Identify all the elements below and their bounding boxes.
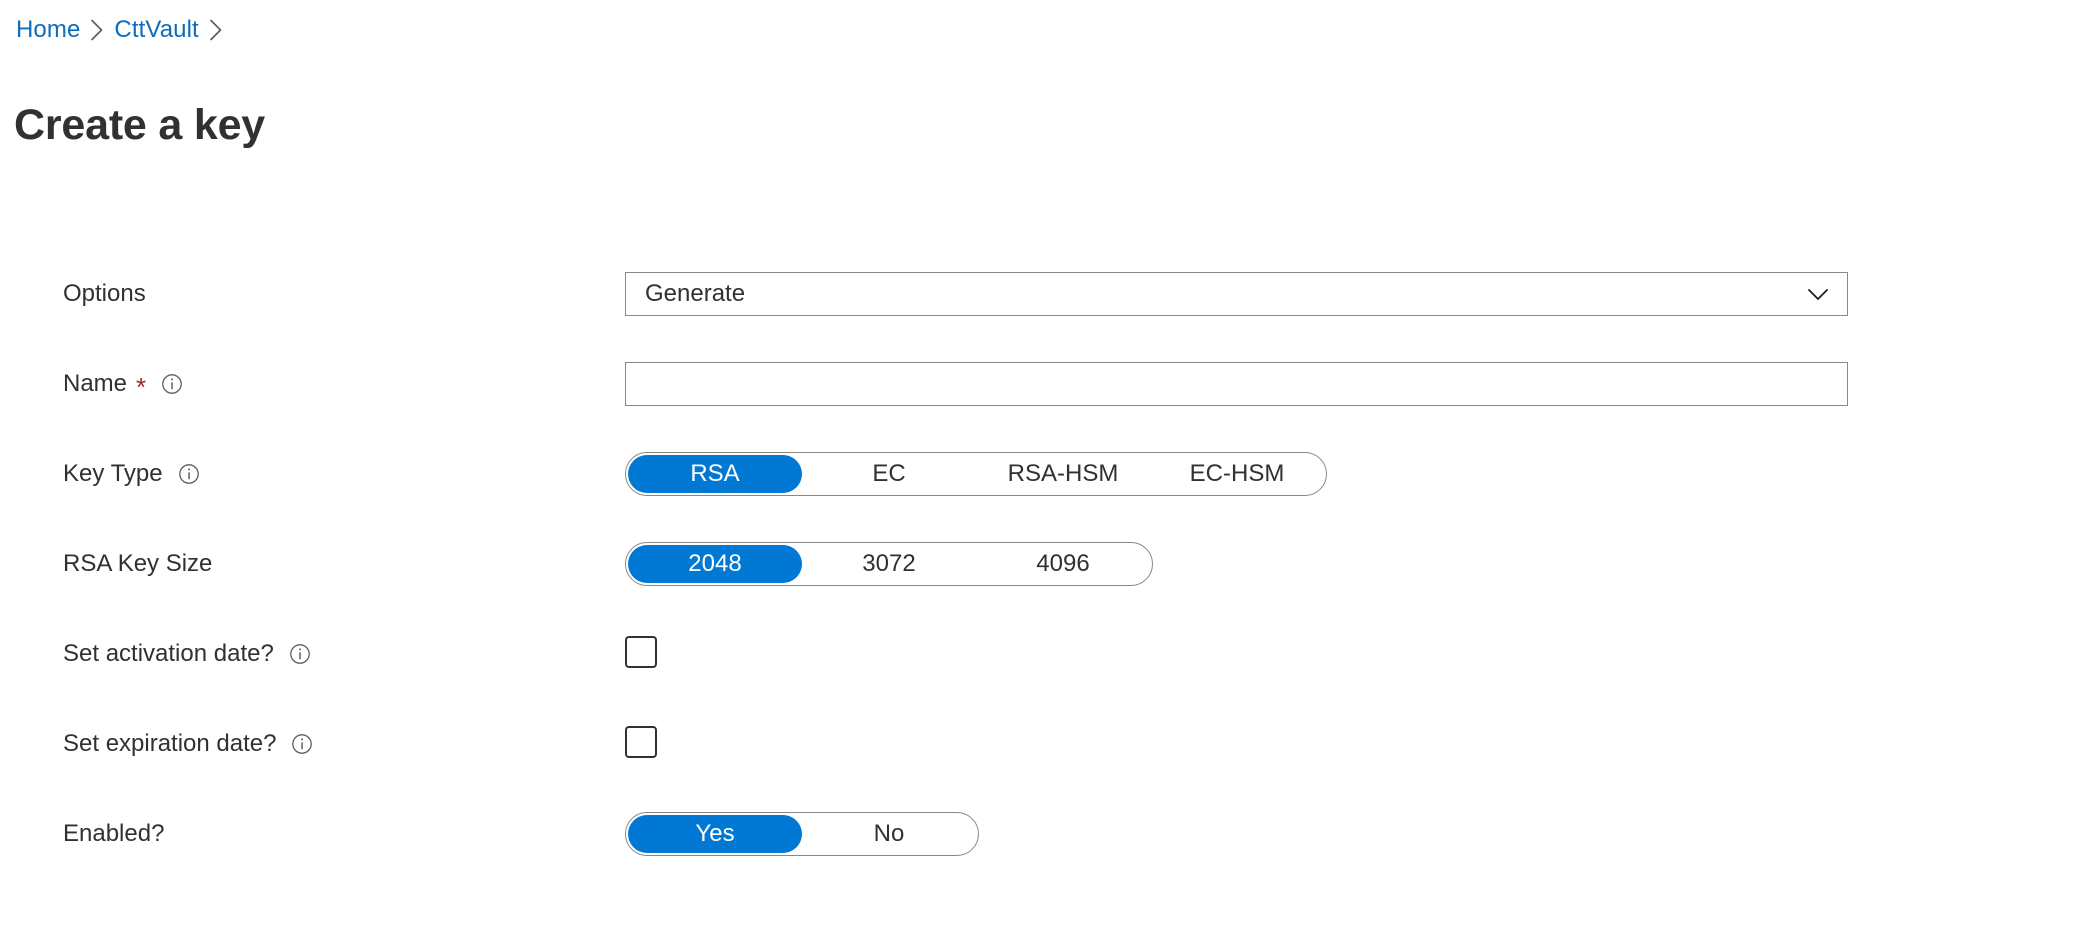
enabled-choice-group: Yes No xyxy=(625,812,979,856)
label-set-expiration-date: Set expiration date? xyxy=(63,722,314,766)
info-icon[interactable] xyxy=(177,462,201,486)
options-dropdown[interactable]: Generate xyxy=(625,272,1848,316)
options-dropdown-value: Generate xyxy=(645,280,746,307)
label-rsa-key-size-text: RSA Key Size xyxy=(63,550,213,577)
label-rsa-key-size: RSA Key Size xyxy=(63,542,212,586)
rsa-key-size-option-2048[interactable]: 2048 xyxy=(628,545,802,583)
page-title: Create a key xyxy=(14,100,266,149)
chevron-down-icon xyxy=(1801,277,1835,311)
key-type-option-rsa-hsm[interactable]: RSA-HSM xyxy=(976,455,1150,493)
key-type-choice-group: RSA EC RSA-HSM EC-HSM xyxy=(625,452,1327,496)
control-key-type: RSA EC RSA-HSM EC-HSM xyxy=(625,452,1327,496)
label-key-type-text: Key Type xyxy=(63,460,163,487)
key-type-option-ec-hsm[interactable]: EC-HSM xyxy=(1150,455,1324,493)
form-row-set-expiration-date: Set expiration date? xyxy=(0,722,2089,812)
label-set-activation-date-text: Set activation date? xyxy=(63,640,274,667)
control-set-expiration-date xyxy=(625,722,657,758)
key-type-option-ec[interactable]: EC xyxy=(802,455,976,493)
label-options: Options xyxy=(63,272,146,316)
form-row-key-type: Key Type RSA EC RSA-HSM EC-HSM xyxy=(0,452,2089,542)
label-enabled: Enabled? xyxy=(63,812,164,856)
label-key-type: Key Type xyxy=(63,452,201,496)
create-key-blade: Home CttVault Create a key Options Gener… xyxy=(0,0,2089,933)
enabled-option-no[interactable]: No xyxy=(802,815,976,853)
breadcrumb: Home CttVault xyxy=(16,15,233,45)
label-name: Name * xyxy=(63,362,184,406)
key-type-option-rsa[interactable]: RSA xyxy=(628,455,802,493)
form-row-name: Name * xyxy=(0,362,2089,452)
set-activation-date-checkbox[interactable] xyxy=(625,636,657,668)
label-name-text: Name xyxy=(63,370,128,397)
form-row-enabled: Enabled? Yes No xyxy=(0,812,2089,902)
info-icon[interactable] xyxy=(160,372,184,396)
control-name xyxy=(625,362,1848,406)
chevron-right-icon xyxy=(80,17,114,43)
info-icon[interactable] xyxy=(290,732,314,756)
breadcrumb-item-home[interactable]: Home xyxy=(16,15,80,45)
breadcrumb-item-cttvault[interactable]: CttVault xyxy=(114,15,198,45)
label-options-text: Options xyxy=(63,280,146,307)
required-asterisk: * xyxy=(136,372,147,402)
label-set-activation-date: Set activation date? xyxy=(63,632,312,676)
control-set-activation-date xyxy=(625,632,657,668)
name-input[interactable] xyxy=(625,362,1848,406)
control-options: Generate xyxy=(625,272,1848,316)
rsa-key-size-option-4096[interactable]: 4096 xyxy=(976,545,1150,583)
control-rsa-key-size: 2048 3072 4096 xyxy=(625,542,1153,586)
form-row-rsa-key-size: RSA Key Size 2048 3072 4096 xyxy=(0,542,2089,632)
label-set-expiration-date-text: Set expiration date? xyxy=(63,730,277,757)
form-row-set-activation-date: Set activation date? xyxy=(0,632,2089,722)
info-icon[interactable] xyxy=(288,642,312,666)
chevron-right-icon-trailing xyxy=(199,17,233,43)
label-enabled-text: Enabled? xyxy=(63,820,165,847)
set-expiration-date-checkbox[interactable] xyxy=(625,726,657,758)
rsa-key-size-choice-group: 2048 3072 4096 xyxy=(625,542,1153,586)
control-enabled: Yes No xyxy=(625,812,979,856)
form-row-options: Options Generate xyxy=(0,272,2089,362)
rsa-key-size-option-3072[interactable]: 3072 xyxy=(802,545,976,583)
create-key-form: Options Generate Name * Key Type RSA EC … xyxy=(0,272,2089,902)
enabled-option-yes[interactable]: Yes xyxy=(628,815,802,853)
